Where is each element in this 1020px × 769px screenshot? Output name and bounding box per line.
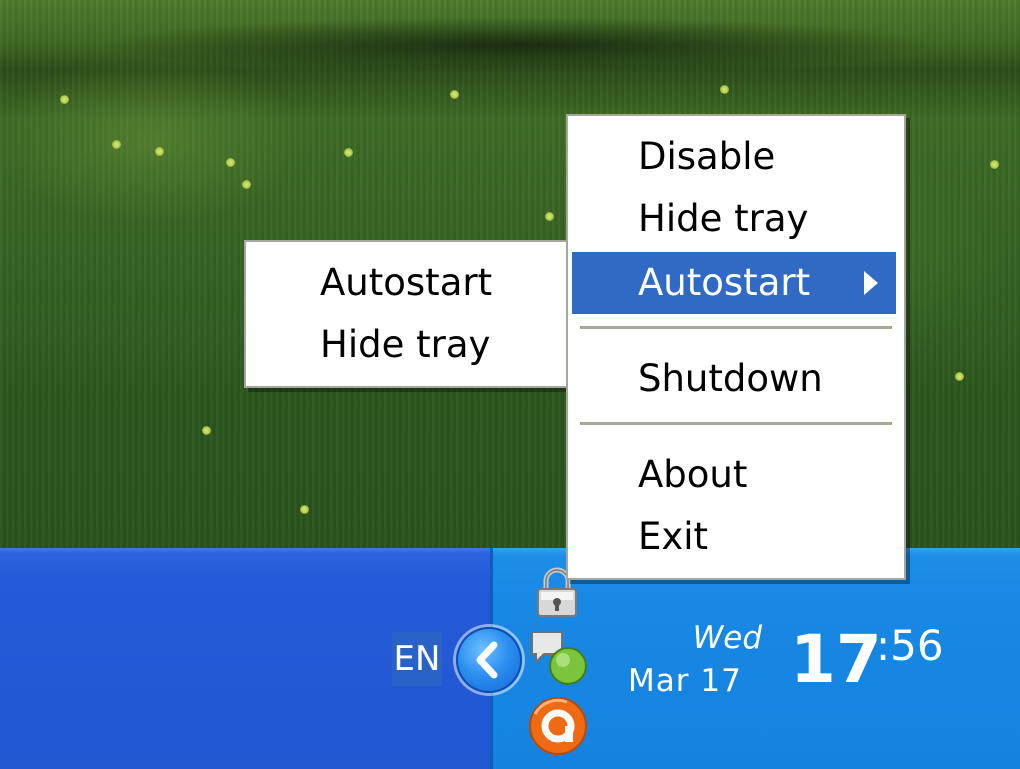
menu-item-about[interactable]: About [572,444,896,506]
menu-item-shutdown[interactable]: Shutdown [572,348,896,410]
clock-day[interactable]: Wed [680,620,762,656]
language-indicator[interactable]: EN [392,632,442,686]
chevron-left-icon [476,641,498,679]
menu-item-hide-tray[interactable]: Hide tray [572,188,896,250]
clock-minute[interactable]: :56 [876,620,944,672]
menu-item-disable[interactable]: Disable [572,126,896,188]
orange-app-icon[interactable] [527,696,589,756]
clock-hour[interactable]: 17 [790,622,882,698]
menu-item-exit[interactable]: Exit [572,506,896,568]
menu-item-autostart-label: Autostart [638,261,811,304]
show-hidden-icons-button[interactable] [456,627,522,693]
autostart-submenu: Autostart Hide tray [244,240,576,388]
screen: EN Wed Mar 17 17:56 Autostart Hide tray… [0,0,1020,769]
tray-context-menu: Disable Hide tray Autostart Shutdown Abo… [566,114,906,580]
menu-separator [580,422,892,425]
submenu-item-autostart[interactable]: Autostart [250,252,570,314]
menu-separator [580,326,892,329]
clock-date[interactable]: Mar 17 [628,663,742,699]
submenu-item-hide-tray[interactable]: Hide tray [250,314,570,376]
menu-item-autostart[interactable]: Autostart [572,252,896,314]
submenu-arrow-icon [864,271,878,295]
chat-status-icon[interactable] [528,628,590,690]
